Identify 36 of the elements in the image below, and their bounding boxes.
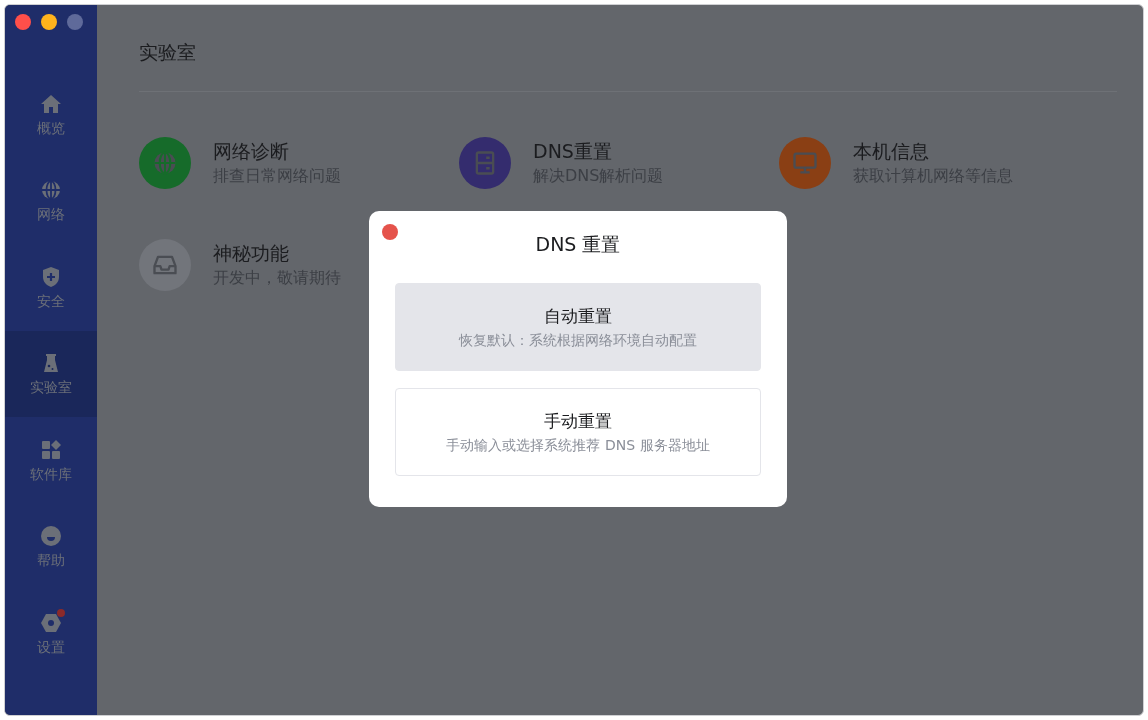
sidebar-item[interactable]: 实验室 bbox=[5, 330, 97, 417]
tool-icon-badge[interactable] bbox=[139, 137, 191, 189]
tool-icon-badge[interactable] bbox=[779, 137, 831, 189]
sidebar-item[interactable]: 设置 bbox=[5, 590, 97, 677]
sidebar-label: 概览 bbox=[37, 118, 65, 137]
reset-option[interactable]: 自动重置 恢复默认：系统根据网络环境自动配置 bbox=[395, 283, 761, 371]
grid-icon bbox=[39, 437, 63, 462]
zoom-light-icon[interactable] bbox=[67, 14, 83, 30]
close-light-icon[interactable] bbox=[15, 14, 31, 30]
option-description: 手动输入或选择系统推荐 DNS 服务器地址 bbox=[446, 436, 710, 455]
option-title: 手动重置 bbox=[544, 409, 612, 433]
close-button[interactable] bbox=[382, 224, 398, 240]
tool-title[interactable]: 神秘功能 bbox=[213, 240, 289, 266]
option-title: 自动重置 bbox=[544, 304, 612, 328]
tool-icon-badge[interactable] bbox=[459, 137, 511, 189]
sidebar-label: 网络 bbox=[37, 205, 65, 224]
sidebar-item[interactable]: 网络 bbox=[5, 157, 97, 244]
sidebar-item[interactable]: 安全 bbox=[5, 244, 97, 331]
reset-option[interactable]: 手动重置 手动输入或选择系统推荐 DNS 服务器地址 bbox=[395, 388, 761, 476]
dialog-title: DNS 重置 bbox=[534, 232, 622, 257]
page-title: 实验室 bbox=[139, 5, 1117, 92]
tool-title[interactable]: DNS重置 bbox=[533, 138, 612, 164]
sidebar-label: 实验室 bbox=[30, 378, 72, 397]
sidebar-item[interactable]: 帮助 bbox=[5, 503, 97, 590]
sidebar-label: 软件库 bbox=[30, 464, 72, 483]
tool-title[interactable]: 网络诊断 bbox=[213, 138, 289, 164]
tool-title[interactable]: 本机信息 bbox=[853, 138, 929, 164]
sidebar-item[interactable]: 软件库 bbox=[5, 417, 97, 504]
option-description: 恢复默认：系统根据网络环境自动配置 bbox=[459, 331, 697, 350]
sidebar-item[interactable]: 概览 bbox=[5, 71, 97, 158]
smile-icon bbox=[39, 524, 63, 549]
sidebar-label: 帮助 bbox=[37, 551, 65, 570]
minimize-light-icon[interactable] bbox=[41, 14, 57, 30]
sidebar-label: 设置 bbox=[37, 637, 65, 656]
tool-icon-badge[interactable] bbox=[139, 239, 191, 291]
sidebar-label: 安全 bbox=[37, 291, 65, 310]
